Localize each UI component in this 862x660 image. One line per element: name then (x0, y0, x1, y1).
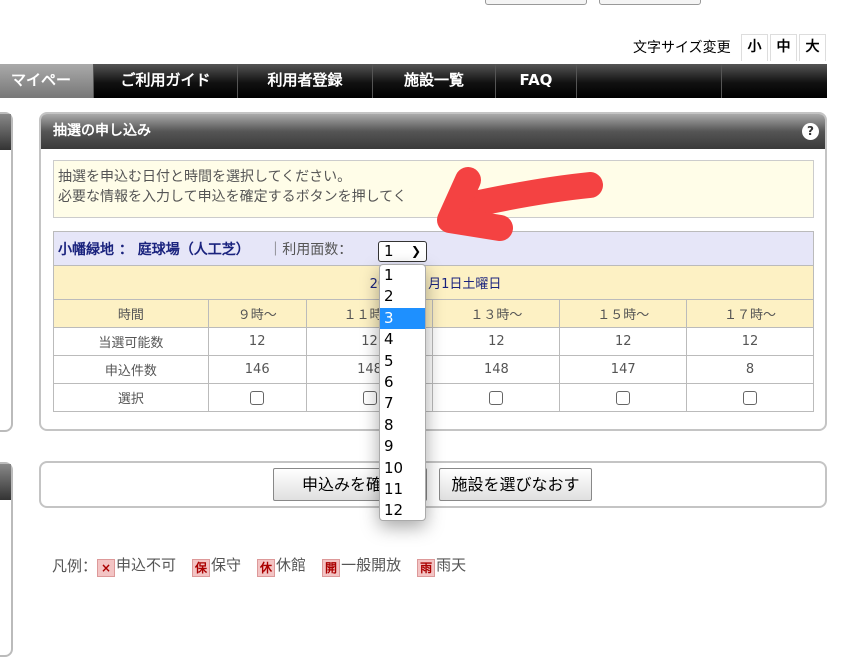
arrow-shaft (457, 172, 603, 218)
red-arrow-annotation (437, 167, 603, 241)
